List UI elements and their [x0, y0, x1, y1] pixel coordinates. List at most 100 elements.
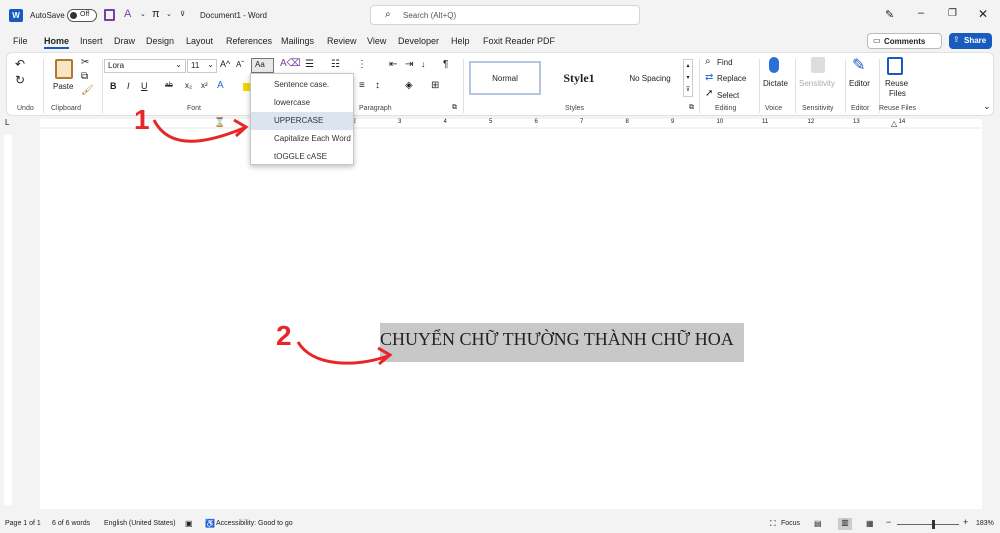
customize-toolbar-icon[interactable]: ⊽ — [180, 10, 185, 18]
style-style1[interactable]: Style1 — [543, 61, 615, 95]
web-layout-icon[interactable]: ▦ — [866, 519, 874, 528]
language[interactable]: English (United States) — [104, 520, 176, 527]
bullets-icon[interactable]: ☰ — [305, 59, 314, 70]
minimize-icon[interactable]: – — [918, 7, 924, 19]
pen-icon[interactable]: ✎ — [885, 8, 894, 21]
tab-help[interactable]: Help — [451, 36, 470, 46]
reuse-label-1[interactable]: Reuse — [885, 79, 908, 88]
focus-button[interactable]: Focus — [781, 520, 800, 527]
dialog-launcher-icon[interactable]: ⧉ — [689, 104, 694, 112]
superscript-icon[interactable]: x² — [201, 81, 208, 90]
multilevel-list-icon[interactable]: ⋮ — [357, 59, 367, 70]
tab-developer[interactable]: Developer — [398, 36, 439, 46]
paste-icon[interactable] — [55, 59, 73, 79]
copy-icon[interactable]: ⧉ — [81, 71, 88, 82]
select-button[interactable]: Select — [717, 91, 739, 100]
page-count[interactable]: Page 1 of 1 — [5, 520, 41, 527]
clear-formatting-icon[interactable]: A⌫ — [280, 58, 301, 69]
tab-design[interactable]: Design — [146, 36, 174, 46]
case-lowercase[interactable]: lowercase — [251, 94, 353, 112]
numbering-icon[interactable]: ☷ — [331, 59, 340, 70]
reuse-label-2[interactable]: Files — [889, 89, 906, 98]
style-normal[interactable]: Normal — [469, 61, 541, 95]
tab-insert[interactable]: Insert — [80, 36, 103, 46]
pilcrow-icon[interactable]: ¶ — [443, 59, 448, 70]
bold-icon[interactable]: B — [110, 81, 117, 91]
zoom-level[interactable]: 183% — [976, 520, 994, 527]
style-no-spacing[interactable]: No Spacing — [615, 61, 685, 95]
font-size-select[interactable]: 11 ⌄ — [187, 59, 217, 73]
word-count[interactable]: 6 of 6 words — [52, 520, 90, 527]
tab-view[interactable]: View — [367, 36, 386, 46]
styles-scroll[interactable]: ▴ ▾ ⊽ — [683, 59, 693, 97]
share-button[interactable]: ⇪ Share — [949, 33, 992, 49]
tab-home[interactable]: Home — [44, 36, 70, 49]
change-case-button[interactable]: Aa — [251, 58, 274, 73]
case-sentence[interactable]: Sentence case. — [251, 76, 353, 94]
comments-button[interactable]: ▭ Comments — [867, 33, 942, 49]
line-spacing-icon[interactable]: ↕ — [375, 80, 380, 91]
font-name-select[interactable]: Lora ⌄ — [104, 59, 186, 73]
justify-icon[interactable]: ≡ — [359, 80, 365, 91]
zoom-in-icon[interactable]: + — [963, 517, 968, 527]
find-button[interactable]: Find — [717, 58, 733, 67]
sort-icon[interactable]: ↓ — [421, 59, 426, 69]
text-effects-icon[interactable]: A — [217, 80, 224, 91]
chevron-down-icon[interactable]: ⌄ — [140, 10, 146, 18]
read-mode-icon[interactable]: ▤ — [814, 519, 822, 528]
search-box[interactable]: ⌕ Search (Alt+Q) — [370, 5, 640, 25]
text-size-icon[interactable]: π — [152, 8, 160, 20]
tab-review[interactable]: Review — [327, 36, 357, 46]
dictate-button[interactable]: Dictate — [763, 79, 788, 88]
borders-icon[interactable]: ⊞ — [431, 80, 439, 91]
autosave-toggle[interactable]: Off — [67, 9, 97, 22]
autosave-label: AutoSave — [30, 11, 65, 20]
strikethrough-icon[interactable]: ab — [165, 82, 173, 89]
italic-icon[interactable]: I — [127, 81, 130, 91]
right-indent-marker-icon[interactable]: △ — [891, 119, 897, 128]
format-painter-icon[interactable]: 🖌 — [81, 85, 94, 96]
collapse-ribbon-icon[interactable]: ⌄ — [983, 101, 991, 112]
underline-icon[interactable]: U — [141, 81, 148, 91]
case-uppercase[interactable]: UPPERCASE — [251, 112, 353, 130]
close-icon[interactable]: ✕ — [978, 7, 988, 21]
document-page[interactable]: CHUYỂN CHỮ THƯỜNG THÀNH CHỮ HOA — [40, 129, 982, 509]
print-layout-icon[interactable]: ▥ — [838, 518, 852, 530]
tab-references[interactable]: References — [226, 36, 272, 46]
shading-icon[interactable]: ◈ — [405, 80, 413, 91]
chevron-down-icon[interactable]: ⌄ — [166, 10, 172, 18]
microphone-icon[interactable] — [769, 57, 779, 73]
increase-indent-icon[interactable]: ⇥ — [405, 59, 413, 70]
shrink-font-icon[interactable]: Aˇ — [236, 60, 244, 69]
tab-file[interactable]: File — [13, 36, 28, 46]
save-icon[interactable] — [104, 9, 115, 21]
accessibility-status[interactable]: Accessibility: Good to go — [216, 520, 293, 527]
tab-foxit[interactable]: Foxit Reader PDF — [483, 36, 555, 46]
subscript-icon[interactable]: x₂ — [185, 81, 192, 90]
restore-icon[interactable]: ❐ — [948, 8, 957, 19]
decrease-indent-icon[interactable]: ⇤ — [389, 59, 397, 70]
font-color-icon[interactable]: A — [124, 8, 131, 20]
sensitivity-button[interactable]: Sensitivity — [799, 79, 835, 88]
tab-layout[interactable]: Layout — [186, 36, 213, 46]
redo-icon[interactable]: ↻ — [15, 73, 25, 87]
document-text[interactable]: CHUYỂN CHỮ THƯỜNG THÀNH CHỮ HOA — [380, 329, 734, 350]
editor-button[interactable]: Editor — [849, 79, 870, 88]
zoom-slider-thumb[interactable] — [932, 520, 935, 529]
case-toggle[interactable]: tOGGLE cASE — [251, 148, 353, 166]
tab-mailings[interactable]: Mailings — [281, 36, 314, 46]
zoom-out-icon[interactable]: − — [886, 517, 891, 527]
undo-icon[interactable]: ↶ — [15, 57, 25, 71]
dialog-launcher-icon[interactable]: ⧉ — [452, 104, 457, 112]
grow-font-icon[interactable]: A^ — [220, 59, 230, 69]
reuse-files-icon[interactable] — [887, 57, 903, 75]
sensitivity-icon[interactable] — [811, 57, 825, 73]
paste-label[interactable]: Paste — [53, 82, 73, 91]
tab-draw[interactable]: Draw — [114, 36, 135, 46]
zoom-slider[interactable] — [897, 524, 959, 525]
proofing-icon[interactable]: ▣ — [185, 519, 193, 528]
case-capitalize[interactable]: Capitalize Each Word — [251, 130, 353, 148]
cut-icon[interactable]: ✂ — [81, 57, 89, 68]
replace-button[interactable]: Replace — [717, 74, 746, 83]
editor-icon[interactable]: ✎ — [852, 55, 865, 75]
